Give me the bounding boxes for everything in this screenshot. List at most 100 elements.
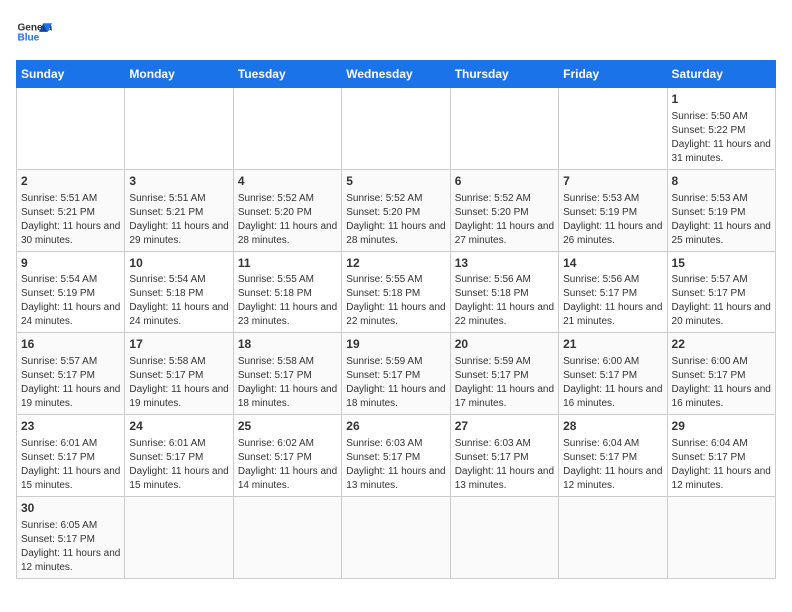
- day-number: 18: [238, 336, 337, 353]
- calendar-cell: 27Sunrise: 6:03 AM Sunset: 5:17 PM Dayli…: [450, 415, 558, 497]
- calendar-cell: 20 Sunrise: 5:59 AM Sunset: 5:17 PM Dayli…: [450, 333, 558, 415]
- day-number: 22: [672, 336, 771, 353]
- calendar-cell: 10Sunrise: 5:54 AM Sunset: 5:18 PM Dayli…: [125, 251, 233, 333]
- day-info: Sunrise: 5:59 AM Sunset: 5:17 PM Dayligh…: [346, 355, 445, 411]
- day-number: 21: [563, 336, 662, 353]
- day-header-monday: Monday: [125, 61, 233, 88]
- day-number: 24: [129, 418, 228, 435]
- calendar-cell: 8 Sunrise: 5:53 AM Sunset: 5:19 PM Daylig…: [667, 169, 775, 251]
- day-info: Sunrise: 5:50 AM Sunset: 5:22 PM Dayligh…: [672, 110, 771, 166]
- day-info: Sunrise: 5:53 AM Sunset: 5:19 PM Dayligh…: [563, 192, 662, 248]
- day-header-tuesday: Tuesday: [233, 61, 341, 88]
- calendar-cell: 14Sunrise: 5:56 AM Sunset: 5:17 PM Dayli…: [559, 251, 667, 333]
- day-number: 28: [563, 418, 662, 435]
- calendar-cell: [559, 496, 667, 578]
- calendar-cell: 22 Sunrise: 6:00 AM Sunset: 5:17 PM Dayli…: [667, 333, 775, 415]
- day-number: 7: [563, 173, 662, 190]
- calendar-cell: 29Sunrise: 6:04 AM Sunset: 5:17 PM Dayli…: [667, 415, 775, 497]
- calendar-cell: [667, 496, 775, 578]
- calendar-week-2: 9Sunrise: 5:54 AM Sunset: 5:19 PM Daylig…: [17, 251, 776, 333]
- calendar-cell: [125, 496, 233, 578]
- calendar-cell: [233, 88, 341, 170]
- calendar-cell: 26Sunrise: 6:03 AM Sunset: 5:17 PM Dayli…: [342, 415, 450, 497]
- calendar-week-4: 23 Sunrise: 6:01 AM Sunset: 5:17 PM Dayli…: [17, 415, 776, 497]
- day-number: 2: [21, 173, 120, 190]
- day-number: 6: [455, 173, 554, 190]
- day-info: Sunrise: 5:54 AM Sunset: 5:19 PM Dayligh…: [21, 273, 120, 329]
- calendar-cell: 24 Sunrise: 6:01 AM Sunset: 5:17 PM Dayli…: [125, 415, 233, 497]
- day-number: 25: [238, 418, 337, 435]
- calendar-cell: 7 Sunrise: 5:53 AM Sunset: 5:19 PM Daylig…: [559, 169, 667, 251]
- day-number: 29: [672, 418, 771, 435]
- day-info: Sunrise: 5:57 AM Sunset: 5:17 PM Dayligh…: [672, 273, 771, 329]
- day-info: Sunrise: 6:00 AM Sunset: 5:17 PM Dayligh…: [563, 355, 662, 411]
- calendar-cell: [342, 88, 450, 170]
- day-number: 4: [238, 173, 337, 190]
- days-header-row: SundayMondayTuesdayWednesdayThursdayFrid…: [17, 61, 776, 88]
- day-info: Sunrise: 6:03 AM Sunset: 5:17 PM Dayligh…: [455, 437, 554, 493]
- day-number: 23: [21, 418, 120, 435]
- day-info: Sunrise: 5:57 AM Sunset: 5:17 PM Dayligh…: [21, 355, 120, 411]
- day-info: Sunrise: 5:56 AM Sunset: 5:18 PM Dayligh…: [455, 273, 554, 329]
- calendar-cell: 28 Sunrise: 6:04 AM Sunset: 5:17 PM Dayli…: [559, 415, 667, 497]
- day-number: 3: [129, 173, 228, 190]
- day-number: 1: [672, 91, 771, 108]
- day-number: 8: [672, 173, 771, 190]
- day-info: Sunrise: 5:58 AM Sunset: 5:17 PM Dayligh…: [129, 355, 228, 411]
- calendar-cell: 21 Sunrise: 6:00 AM Sunset: 5:17 PM Dayli…: [559, 333, 667, 415]
- calendar-cell: 13Sunrise: 5:56 AM Sunset: 5:18 PM Dayli…: [450, 251, 558, 333]
- calendar-week-5: 30Sunrise: 6:05 AM Sunset: 5:17 PM Dayli…: [17, 496, 776, 578]
- day-info: Sunrise: 5:54 AM Sunset: 5:18 PM Dayligh…: [129, 273, 228, 329]
- calendar-cell: 9Sunrise: 5:54 AM Sunset: 5:19 PM Daylig…: [17, 251, 125, 333]
- day-header-friday: Friday: [559, 61, 667, 88]
- calendar-cell: 17 Sunrise: 5:58 AM Sunset: 5:17 PM Dayli…: [125, 333, 233, 415]
- svg-text:Blue: Blue: [17, 32, 39, 43]
- day-info: Sunrise: 5:51 AM Sunset: 5:21 PM Dayligh…: [21, 192, 120, 248]
- calendar-cell: 11Sunrise: 5:55 AM Sunset: 5:18 PM Dayli…: [233, 251, 341, 333]
- day-info: Sunrise: 5:52 AM Sunset: 5:20 PM Dayligh…: [346, 192, 445, 248]
- day-number: 12: [346, 255, 445, 272]
- day-number: 20: [455, 336, 554, 353]
- day-number: 17: [129, 336, 228, 353]
- calendar-cell: 25Sunrise: 6:02 AM Sunset: 5:17 PM Dayli…: [233, 415, 341, 497]
- page-header: General Blue: [16, 16, 776, 52]
- day-info: Sunrise: 6:04 AM Sunset: 5:17 PM Dayligh…: [563, 437, 662, 493]
- calendar-cell: [450, 496, 558, 578]
- calendar-cell: 5Sunrise: 5:52 AM Sunset: 5:20 PM Daylig…: [342, 169, 450, 251]
- calendar-cell: 2 Sunrise: 5:51 AM Sunset: 5:21 PM Daylig…: [17, 169, 125, 251]
- calendar-cell: [450, 88, 558, 170]
- calendar-cell: 1 Sunrise: 5:50 AM Sunset: 5:22 PM Daylig…: [667, 88, 775, 170]
- logo-icon: General Blue: [16, 16, 52, 52]
- day-info: Sunrise: 6:01 AM Sunset: 5:17 PM Dayligh…: [21, 437, 120, 493]
- day-info: Sunrise: 5:51 AM Sunset: 5:21 PM Dayligh…: [129, 192, 228, 248]
- day-info: Sunrise: 5:53 AM Sunset: 5:19 PM Dayligh…: [672, 192, 771, 248]
- calendar-cell: 16 Sunrise: 5:57 AM Sunset: 5:17 PM Dayli…: [17, 333, 125, 415]
- day-info: Sunrise: 5:55 AM Sunset: 5:18 PM Dayligh…: [238, 273, 337, 329]
- calendar-week-0: 1 Sunrise: 5:50 AM Sunset: 5:22 PM Daylig…: [17, 88, 776, 170]
- day-header-sunday: Sunday: [17, 61, 125, 88]
- day-info: Sunrise: 5:59 AM Sunset: 5:17 PM Dayligh…: [455, 355, 554, 411]
- calendar-cell: 15Sunrise: 5:57 AM Sunset: 5:17 PM Dayli…: [667, 251, 775, 333]
- day-number: 16: [21, 336, 120, 353]
- calendar-cell: 18Sunrise: 5:58 AM Sunset: 5:17 PM Dayli…: [233, 333, 341, 415]
- calendar-table: SundayMondayTuesdayWednesdayThursdayFrid…: [16, 60, 776, 579]
- calendar-cell: 23 Sunrise: 6:01 AM Sunset: 5:17 PM Dayli…: [17, 415, 125, 497]
- calendar-cell: [233, 496, 341, 578]
- day-header-saturday: Saturday: [667, 61, 775, 88]
- day-number: 9: [21, 255, 120, 272]
- day-info: Sunrise: 6:00 AM Sunset: 5:17 PM Dayligh…: [672, 355, 771, 411]
- day-info: Sunrise: 5:52 AM Sunset: 5:20 PM Dayligh…: [238, 192, 337, 248]
- calendar-week-3: 16 Sunrise: 5:57 AM Sunset: 5:17 PM Dayli…: [17, 333, 776, 415]
- calendar-cell: 6Sunrise: 5:52 AM Sunset: 5:20 PM Daylig…: [450, 169, 558, 251]
- calendar-cell: [125, 88, 233, 170]
- calendar-cell: 4 Sunrise: 5:52 AM Sunset: 5:20 PM Daylig…: [233, 169, 341, 251]
- calendar-cell: 12Sunrise: 5:55 AM Sunset: 5:18 PM Dayli…: [342, 251, 450, 333]
- calendar-cell: 3 Sunrise: 5:51 AM Sunset: 5:21 PM Daylig…: [125, 169, 233, 251]
- calendar-cell: [17, 88, 125, 170]
- calendar-cell: 19Sunrise: 5:59 AM Sunset: 5:17 PM Dayli…: [342, 333, 450, 415]
- day-number: 30: [21, 500, 120, 517]
- day-number: 13: [455, 255, 554, 272]
- day-info: Sunrise: 6:03 AM Sunset: 5:17 PM Dayligh…: [346, 437, 445, 493]
- logo: General Blue: [16, 16, 52, 52]
- day-info: Sunrise: 6:01 AM Sunset: 5:17 PM Dayligh…: [129, 437, 228, 493]
